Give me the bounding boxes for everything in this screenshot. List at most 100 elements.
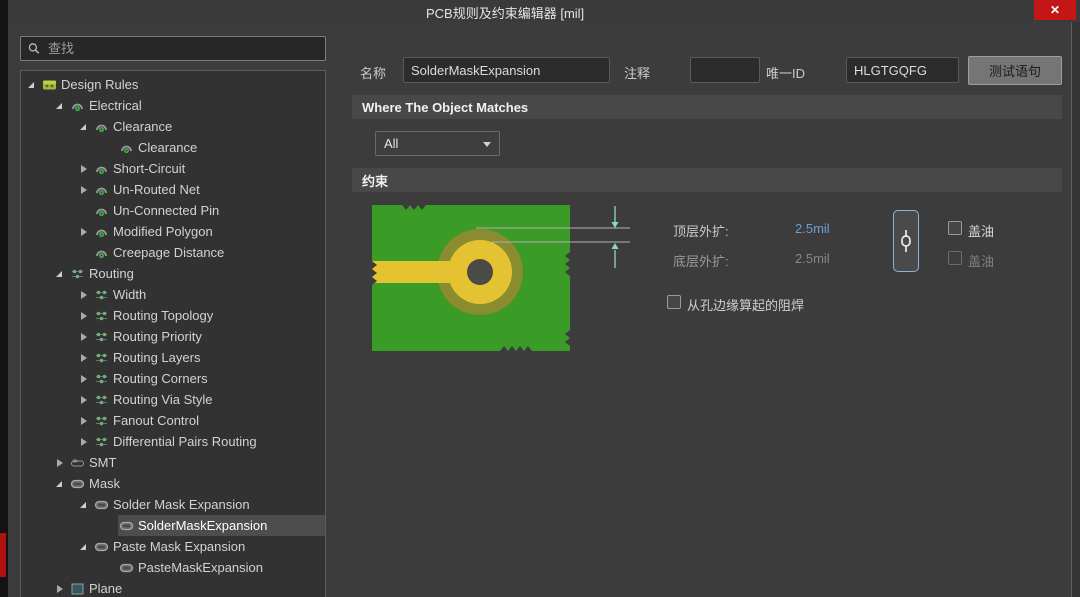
- background-window-fragment: [0, 533, 6, 577]
- tree-item-routing-layers[interactable]: Routing Layers: [21, 347, 325, 368]
- routing-rule-icon: [96, 290, 107, 299]
- expand-arrow-icon[interactable]: [80, 333, 93, 341]
- electrical-rule-icon: [96, 187, 107, 195]
- tree-item-creepage-distance[interactable]: Creepage Distance: [21, 242, 325, 263]
- rules-tree[interactable]: Design Rules Electrical Clearance Cleara…: [20, 70, 326, 597]
- tree-item-un-routed-net[interactable]: Un-Routed Net: [21, 179, 325, 200]
- expand-arrow-icon[interactable]: [56, 585, 69, 593]
- tree-item-label: Clearance: [138, 140, 198, 155]
- routing-rule-icon: [96, 353, 107, 362]
- tree-item-electrical[interactable]: Electrical: [21, 95, 325, 116]
- collapse-arrow-icon[interactable]: [56, 271, 69, 277]
- mask-rule-icon: [94, 500, 109, 509]
- tree-item-label: Creepage Distance: [113, 245, 225, 260]
- search-input[interactable]: [46, 40, 318, 57]
- tree-item-short-circuit[interactable]: Short-Circuit: [21, 158, 325, 179]
- expand-arrow-icon[interactable]: [80, 438, 93, 446]
- tree-item-label: Routing Corners: [113, 371, 208, 386]
- tree-item-label: SMT: [89, 455, 117, 470]
- tree-item-label: Electrical: [89, 98, 142, 113]
- tree-item-label: SolderMaskExpansion: [138, 518, 268, 533]
- rule-search-box[interactable]: [20, 36, 326, 61]
- routing-rule-icon: [96, 311, 107, 320]
- tenting-top-checkbox[interactable]: [948, 221, 962, 235]
- tree-item-label: Modified Polygon: [113, 224, 213, 239]
- expand-arrow-icon[interactable]: [56, 459, 69, 467]
- collapse-arrow-icon[interactable]: [56, 481, 69, 487]
- tree-item-un-connected-pin[interactable]: Un-Connected Pin: [21, 200, 325, 221]
- tree-item-label: Clearance: [113, 119, 173, 134]
- electrical-rule-icon: [96, 208, 107, 216]
- tree-item-clearance-rule[interactable]: Clearance: [21, 137, 325, 158]
- collapse-arrow-icon[interactable]: [56, 103, 69, 109]
- unique-id-input[interactable]: [846, 57, 959, 83]
- matches-section-header: Where The Object Matches: [352, 95, 1062, 119]
- expand-arrow-icon[interactable]: [80, 396, 93, 404]
- tenting-bottom-label: 盖油: [968, 254, 995, 269]
- tree-item-pastemaskexpansion[interactable]: PasteMaskExpansion: [21, 557, 325, 578]
- tree-item-width[interactable]: Width: [21, 284, 325, 305]
- mask-rule-icon: [119, 521, 134, 530]
- tree-item-plane[interactable]: Plane: [21, 578, 325, 597]
- tree-item-modified-polygon[interactable]: Modified Polygon: [21, 221, 325, 242]
- desktop-edge-strip: [0, 0, 8, 597]
- electrical-rule-icon: [96, 250, 107, 258]
- tree-item-solder-mask-expansion[interactable]: Solder Mask Expansion: [21, 494, 325, 515]
- expand-arrow-icon[interactable]: [80, 417, 93, 425]
- tree-item-mask[interactable]: Mask: [21, 473, 325, 494]
- tree-item-paste-mask-expansion[interactable]: Paste Mask Expansion: [21, 536, 325, 557]
- tree-item-label: Short-Circuit: [113, 161, 186, 176]
- tree-item-differential-pairs-routing[interactable]: Differential Pairs Routing: [21, 431, 325, 452]
- close-icon: ✕: [1049, 3, 1061, 17]
- tree-item-routing-priority[interactable]: Routing Priority: [21, 326, 325, 347]
- routing-rule-icon: [96, 374, 107, 383]
- test-query-button[interactable]: 测试语句: [968, 56, 1062, 85]
- tree-item-label: Paste Mask Expansion: [113, 539, 246, 554]
- tree-item-label: Solder Mask Expansion: [113, 497, 250, 512]
- rule-name-input[interactable]: [403, 57, 610, 83]
- top-expansion-value[interactable]: 2.5mil: [795, 221, 830, 236]
- tree-item-routing-via-style[interactable]: Routing Via Style: [21, 389, 325, 410]
- scope-dropdown[interactable]: All: [375, 131, 500, 156]
- link-icon: [901, 230, 911, 252]
- close-button[interactable]: ✕: [1034, 0, 1076, 20]
- name-label: 名称: [360, 66, 387, 81]
- tree-item-routing-topology[interactable]: Routing Topology: [21, 305, 325, 326]
- expand-arrow-icon[interactable]: [80, 312, 93, 320]
- tree-item-routing[interactable]: Routing: [21, 263, 325, 284]
- link-values-button[interactable]: [893, 210, 919, 272]
- mask-rule-icon: [119, 563, 134, 572]
- mask-rule-icon: [70, 479, 85, 488]
- comment-input[interactable]: [690, 57, 760, 83]
- tree-item-smt[interactable]: SMT: [21, 452, 325, 473]
- tree-item-fanout-control[interactable]: Fanout Control: [21, 410, 325, 431]
- tree-item-label: Fanout Control: [113, 413, 199, 428]
- tree-item-routing-corners[interactable]: Routing Corners: [21, 368, 325, 389]
- bottom-expansion-label: 底层外扩:: [673, 254, 729, 269]
- collapse-arrow-icon[interactable]: [80, 544, 93, 550]
- tree-item-label: PasteMaskExpansion: [138, 560, 264, 575]
- tree-item-clearance[interactable]: Clearance: [21, 116, 325, 137]
- tree-item-label: Design Rules: [61, 77, 139, 92]
- routing-rule-icon: [96, 395, 107, 404]
- expand-arrow-icon[interactable]: [80, 375, 93, 383]
- design-rules-folder-icon: [43, 80, 56, 89]
- tree-item-design-rules[interactable]: Design Rules: [21, 74, 325, 95]
- tree-item-soldermaskexpansion-selected[interactable]: SolderMaskExpansion: [21, 515, 325, 536]
- expand-arrow-icon[interactable]: [80, 186, 93, 194]
- expand-arrow-icon[interactable]: [80, 165, 93, 173]
- collapse-arrow-icon[interactable]: [80, 124, 93, 130]
- tree-item-label: Routing Topology: [113, 308, 214, 323]
- expand-arrow-icon[interactable]: [80, 354, 93, 362]
- dialog-right-edge: [1071, 22, 1080, 597]
- collapse-arrow-icon[interactable]: [80, 502, 93, 508]
- expand-arrow-icon[interactable]: [80, 291, 93, 299]
- from-hole-edge-label: 从孔边缘算起的阻焊: [687, 298, 805, 313]
- electrical-rule-icon: [96, 124, 107, 132]
- expand-arrow-icon[interactable]: [80, 228, 93, 236]
- comment-label: 注释: [624, 66, 651, 81]
- routing-rule-icon: [96, 437, 107, 446]
- plane-rule-icon: [71, 583, 84, 594]
- collapse-arrow-icon[interactable]: [28, 82, 41, 88]
- from-hole-edge-checkbox[interactable]: [667, 295, 681, 309]
